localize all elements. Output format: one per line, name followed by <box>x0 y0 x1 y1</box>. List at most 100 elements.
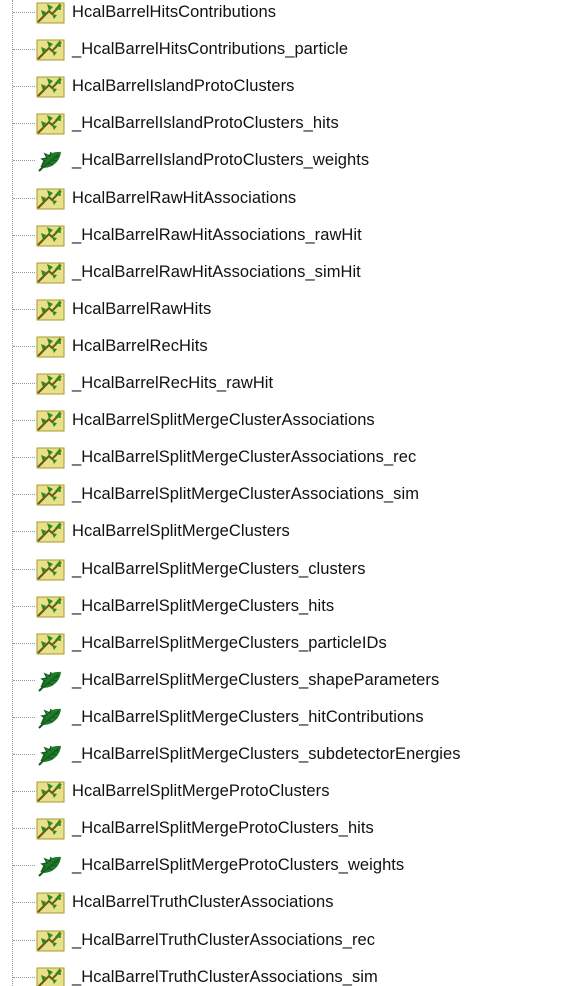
branch-icon <box>35 556 66 582</box>
tree-horizontal-connector <box>13 234 35 236</box>
branch-icon <box>35 296 66 322</box>
branch-icon <box>35 444 66 470</box>
tree-item-label: HcalBarrelRawHits <box>72 299 212 318</box>
branch-icon <box>35 110 66 136</box>
branch-icon <box>35 222 66 248</box>
tree-horizontal-connector <box>13 420 35 422</box>
tree-item-label: _HcalBarrelSplitMergeClusterAssociations… <box>72 448 417 467</box>
branch-icon <box>35 778 66 804</box>
tree-horizontal-connector <box>13 86 35 88</box>
tree-horizontal-connector <box>13 308 35 310</box>
tree-item-22[interactable]: _HcalBarrelSplitMergeProtoClusters_hits <box>0 810 577 846</box>
tree-item-label: HcalBarrelSplitMergeProtoClusters <box>72 782 330 801</box>
leaf-icon <box>35 147 66 173</box>
tree-horizontal-connector <box>13 679 35 681</box>
tree-item-label: _HcalBarrelSplitMergeClusters_hitContrib… <box>72 707 424 726</box>
tree-horizontal-connector <box>13 976 35 978</box>
tree-item-8[interactable]: HcalBarrelRawHits <box>0 291 577 327</box>
leaf-icon <box>35 852 66 878</box>
branch-icon <box>35 889 66 915</box>
tree-item-label: _HcalBarrelHitsContributions_particle <box>72 40 349 59</box>
branch-icon <box>35 185 66 211</box>
tree-item-11[interactable]: HcalBarrelSplitMergeClusterAssociations <box>0 402 577 438</box>
tree-item-9[interactable]: HcalBarrelRecHits <box>0 328 577 364</box>
tree-item-17[interactable]: _HcalBarrelSplitMergeClusters_particleID… <box>0 625 577 661</box>
branch-icon <box>35 481 66 507</box>
tree-horizontal-connector <box>13 494 35 496</box>
tree-item-4[interactable]: _HcalBarrelIslandProtoClusters_weights <box>0 142 577 178</box>
tree-horizontal-connector <box>13 568 35 570</box>
tree-item-14[interactable]: HcalBarrelSplitMergeClusters <box>0 513 577 549</box>
tree-horizontal-connector <box>13 605 35 607</box>
tree-item-label: _HcalBarrelSplitMergeClusterAssociations… <box>72 485 419 504</box>
leaf-icon <box>35 741 66 767</box>
branch-icon <box>35 407 66 433</box>
tree-item-label: _HcalBarrelSplitMergeClusters_subdetecto… <box>72 745 461 763</box>
leaf-icon <box>35 704 66 730</box>
tree-horizontal-connector <box>13 197 35 199</box>
tree-item-26[interactable]: _HcalBarrelTruthClusterAssociations_sim <box>0 959 577 986</box>
tree-item-label: _HcalBarrelTruthClusterAssociations_sim <box>72 967 378 986</box>
tree-item-label: _HcalBarrelSplitMergeProtoClusters_weigh… <box>72 856 405 875</box>
tree-item-label: HcalBarrelHitsContributions <box>72 3 277 21</box>
tree-item-label: _HcalBarrelSplitMergeClusters_shapeParam… <box>72 670 440 689</box>
branch-icon <box>35 73 66 99</box>
tree-item-7[interactable]: _HcalBarrelRawHitAssociations_simHit <box>0 254 577 290</box>
tree-item-23[interactable]: _HcalBarrelSplitMergeProtoClusters_weigh… <box>0 847 577 883</box>
branch-icon <box>35 927 66 953</box>
tree-horizontal-connector <box>13 383 35 384</box>
tree-horizontal-connector <box>13 12 35 13</box>
tree-item-label: HcalBarrelRecHits <box>72 336 208 355</box>
tree-item-label: _HcalBarrelSplitMergeClusters_clusters <box>72 559 366 578</box>
branch-icon <box>35 370 66 396</box>
tree-item-10[interactable]: _HcalBarrelRecHits_rawHit <box>0 365 577 401</box>
tree-item-label: HcalBarrelRawHitAssociations <box>72 188 297 207</box>
tree-item-25[interactable]: _HcalBarrelTruthClusterAssociations_rec <box>0 922 577 958</box>
tree-horizontal-connector <box>13 345 35 347</box>
tree-item-label: HcalBarrelTruthClusterAssociations <box>72 893 334 912</box>
tree-horizontal-connector <box>13 123 35 125</box>
tree-item-0[interactable]: HcalBarrelHitsContributions <box>0 0 577 30</box>
branch-icon <box>35 518 66 544</box>
branch-icon <box>35 36 66 62</box>
branch-icon <box>35 964 66 986</box>
tree-item-5[interactable]: HcalBarrelRawHitAssociations <box>0 180 577 216</box>
tree-horizontal-connector <box>13 271 35 273</box>
tree-horizontal-connector <box>13 791 35 793</box>
tree-item-label: _HcalBarrelSplitMergeClusters_hits <box>72 596 335 615</box>
tree-item-24[interactable]: HcalBarrelTruthClusterAssociations <box>0 884 577 920</box>
tree-item-12[interactable]: _HcalBarrelSplitMergeClusterAssociations… <box>0 439 577 475</box>
branch-icon <box>35 630 66 656</box>
tree-item-label: _HcalBarrelRawHitAssociations_rawHit <box>72 225 362 244</box>
tree-horizontal-connector <box>13 902 35 904</box>
tree-item-6[interactable]: _HcalBarrelRawHitAssociations_rawHit <box>0 217 577 253</box>
branch-icon <box>35 259 66 285</box>
tree-horizontal-connector <box>13 531 35 533</box>
tree-item-label: HcalBarrelSplitMergeClusters <box>72 522 290 541</box>
tree-item-1[interactable]: _HcalBarrelHitsContributions_particle <box>0 31 577 67</box>
tree-item-label: _HcalBarrelIslandProtoClusters_hits <box>72 114 339 133</box>
tree-item-16[interactable]: _HcalBarrelSplitMergeClusters_hits <box>0 588 577 624</box>
tree-item-3[interactable]: _HcalBarrelIslandProtoClusters_hits <box>0 105 577 141</box>
tree-horizontal-connector <box>13 828 35 830</box>
tree-item-21[interactable]: HcalBarrelSplitMergeProtoClusters <box>0 773 577 809</box>
tree-item-13[interactable]: _HcalBarrelSplitMergeClusterAssociations… <box>0 476 577 512</box>
tree-horizontal-connector <box>13 865 35 867</box>
branch-icon <box>35 333 66 359</box>
tree-item-20[interactable]: _HcalBarrelSplitMergeClusters_subdetecto… <box>0 736 577 772</box>
tree-item-15[interactable]: _HcalBarrelSplitMergeClusters_clusters <box>0 551 577 587</box>
branch-icon <box>35 0 66 25</box>
tree-item-18[interactable]: _HcalBarrelSplitMergeClusters_shapeParam… <box>0 662 577 698</box>
leaf-icon <box>35 667 66 693</box>
tree-horizontal-connector <box>13 716 35 718</box>
tree-item-2[interactable]: HcalBarrelIslandProtoClusters <box>0 68 577 104</box>
tree-item-label: HcalBarrelIslandProtoClusters <box>72 77 295 96</box>
tree-item-label: _HcalBarrelSplitMergeClusters_particleID… <box>72 633 387 652</box>
tree-item-label: _HcalBarrelTruthClusterAssociations_rec <box>72 930 376 949</box>
branch-icon <box>35 593 66 619</box>
tree-item-label: _HcalBarrelIslandProtoClusters_weights <box>72 151 370 170</box>
tree-horizontal-connector <box>13 160 35 162</box>
tree-view: HcalBarrelHitsContributions _HcalBarrelH… <box>0 0 577 986</box>
tree-horizontal-connector <box>13 49 35 51</box>
tree-item-19[interactable]: _HcalBarrelSplitMergeClusters_hitContrib… <box>0 699 577 735</box>
